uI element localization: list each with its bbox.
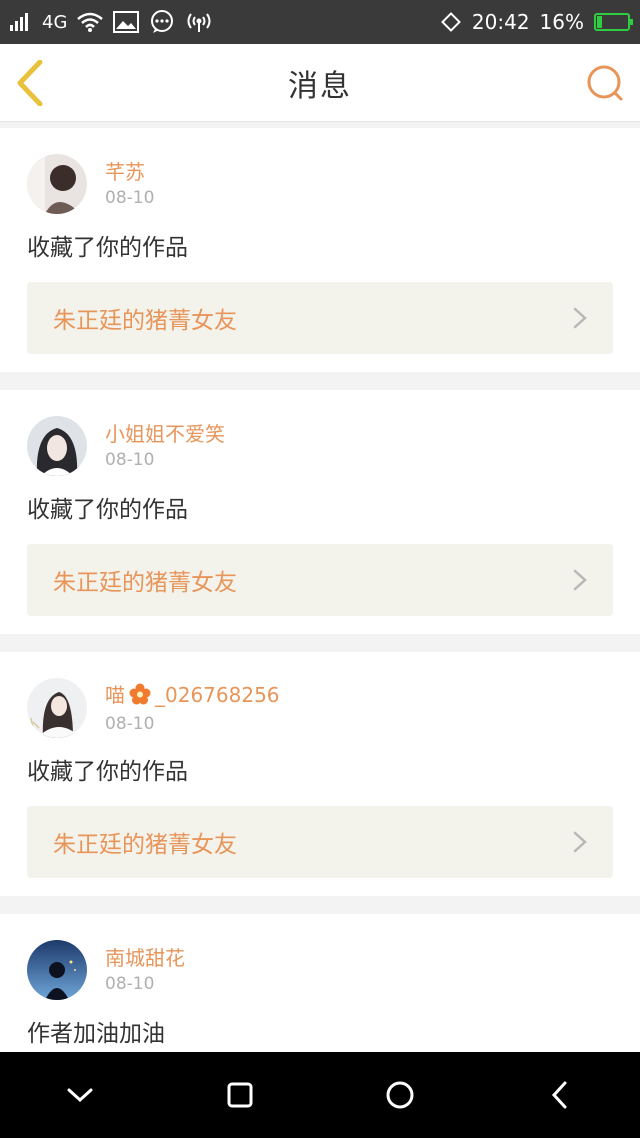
chevron-right-icon bbox=[573, 569, 587, 591]
message-date: 08-10 bbox=[105, 713, 155, 734]
message-list[interactable]: 芊苏 08-10 收藏了你的作品 朱正廷的猪菁女友 小姐姐不爱笑 08-10 收… bbox=[0, 128, 640, 1052]
image-icon bbox=[113, 11, 140, 33]
rotate-icon bbox=[440, 11, 462, 33]
chat-icon bbox=[149, 10, 175, 34]
message-card: 芊苏 08-10 收藏了你的作品 朱正廷的猪菁女友 bbox=[0, 128, 640, 372]
hide-icon[interactable] bbox=[50, 1065, 110, 1125]
avatar[interactable] bbox=[27, 678, 87, 738]
chevron-right-icon bbox=[573, 831, 587, 853]
navigation-bar: 消息 bbox=[0, 44, 640, 122]
message-date: 08-10 bbox=[105, 974, 155, 994]
message-text: 收藏了你的作品 bbox=[27, 235, 188, 261]
user-name[interactable]: 小姐姐不爱笑 bbox=[105, 421, 225, 447]
status-bar: 4G 20:42 16% bbox=[0, 0, 640, 44]
system-navigation-bar bbox=[0, 1052, 640, 1138]
hotspot-icon bbox=[185, 11, 213, 33]
message-card: 南城甜花 08-10 作者加油加油 bbox=[0, 914, 640, 1052]
network-type: 4G bbox=[42, 11, 68, 33]
work-title: 朱正廷的猪菁女友 bbox=[53, 570, 237, 596]
user-name[interactable]: 南城甜花 bbox=[105, 945, 185, 971]
page-title: 消息 bbox=[288, 68, 352, 104]
battery-icon bbox=[594, 13, 633, 31]
work-link[interactable]: 朱正廷的猪菁女友 bbox=[27, 282, 613, 354]
user-name[interactable]: 芊苏 bbox=[105, 159, 154, 185]
avatar[interactable] bbox=[27, 416, 87, 476]
flower-icon bbox=[129, 683, 151, 711]
work-link[interactable]: 朱正廷的猪菁女友 bbox=[27, 544, 613, 616]
message-card: 小姐姐不爱笑 08-10 收藏了你的作品 朱正廷的猪菁女友 bbox=[0, 390, 640, 634]
work-title: 朱正廷的猪菁女友 bbox=[53, 308, 237, 334]
search-icon[interactable] bbox=[586, 64, 624, 102]
message-text: 收藏了你的作品 bbox=[27, 497, 188, 523]
message-date: 08-10 bbox=[105, 450, 155, 470]
home-icon[interactable] bbox=[370, 1065, 430, 1125]
recents-icon[interactable] bbox=[210, 1065, 270, 1125]
wifi-icon bbox=[77, 12, 104, 32]
work-title: 朱正廷的猪菁女友 bbox=[53, 832, 237, 858]
battery-percent: 16% bbox=[539, 10, 584, 34]
message-date: 08-10 bbox=[105, 188, 155, 208]
chevron-right-icon bbox=[573, 307, 587, 329]
back-icon[interactable] bbox=[530, 1065, 590, 1125]
user-name[interactable]: 喵 _026768256 bbox=[105, 682, 280, 711]
chevron-left-icon[interactable] bbox=[14, 59, 54, 107]
avatar[interactable] bbox=[27, 940, 87, 1000]
avatar[interactable] bbox=[27, 154, 87, 214]
clock: 20:42 bbox=[471, 10, 530, 34]
message-card: 喵 _026768256 08-10 收藏了你的作品 朱正廷的猪菁女友 bbox=[0, 652, 640, 896]
message-text: 作者加油加油 bbox=[27, 1021, 165, 1047]
work-link[interactable]: 朱正廷的猪菁女友 bbox=[27, 806, 613, 878]
signal-icon bbox=[10, 13, 32, 31]
message-text: 收藏了你的作品 bbox=[27, 759, 188, 785]
